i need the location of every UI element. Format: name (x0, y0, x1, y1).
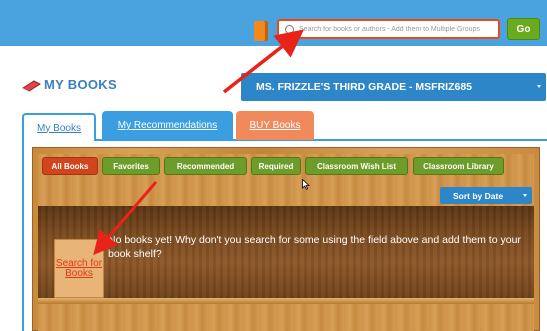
filter-classroom-wish-list[interactable]: Classroom Wish List (305, 157, 408, 175)
search-input[interactable] (294, 22, 498, 36)
chevron-down-icon (523, 194, 527, 197)
tab-my-books[interactable]: My Books (22, 113, 96, 141)
sort-label: Sort by Date (453, 190, 504, 201)
search-box[interactable] (277, 19, 500, 39)
filter-classroom-library[interactable]: Classroom Library (413, 157, 504, 175)
search-icon (285, 24, 294, 34)
go-button[interactable]: Go (507, 18, 540, 40)
filter-required[interactable]: Required (251, 157, 301, 175)
search-for-books-link[interactable]: Search for Books (55, 258, 103, 279)
class-select-label: MS. FRIZZLE'S THIRD GRADE - MSFRIZ685 (256, 81, 473, 93)
search-for-books-card[interactable]: Search for Books (54, 239, 104, 298)
filter-all-books[interactable]: All Books (42, 157, 98, 175)
tab-buy-books[interactable]: BUY Books (236, 111, 314, 140)
filter-favorites[interactable]: Favorites (102, 157, 160, 175)
shelf-bottom (38, 304, 534, 331)
books-stack-icon (22, 80, 42, 92)
class-select-dropdown[interactable]: MS. FRIZZLE'S THIRD GRADE - MSFRIZ685 (241, 73, 546, 101)
book-icon (254, 21, 268, 41)
page-title: MY BOOKS (44, 77, 117, 92)
tab-my-recommendations[interactable]: My Recommendations (102, 111, 233, 140)
sort-dropdown[interactable]: Sort by Date (440, 187, 532, 204)
empty-shelf-message: No books yet! Why don't you search for s… (108, 234, 521, 260)
chevron-down-icon (537, 85, 541, 88)
filter-recommended[interactable]: Recommended (164, 157, 247, 175)
mouse-cursor-icon (302, 179, 310, 190)
